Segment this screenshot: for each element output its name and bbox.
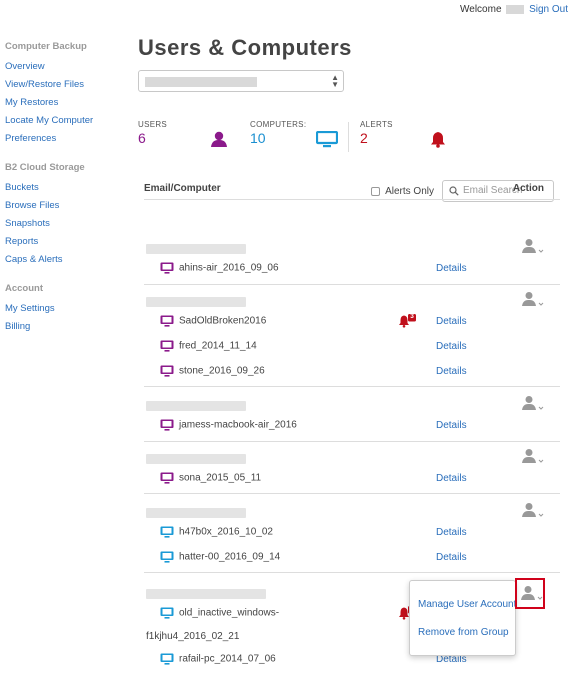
sidebar-item-browse-files[interactable]: Browse Files: [5, 199, 120, 217]
computer-name: hatter-00_2016_09_14: [179, 551, 281, 563]
sidebar-item-buckets[interactable]: Buckets: [5, 181, 120, 199]
computer-row: SadOldBroken2016: [160, 315, 266, 331]
sidebar: Computer Backup Overview View/Restore Fi…: [5, 41, 120, 338]
pc-computer-icon: [160, 607, 174, 619]
user-email-redacted: [146, 589, 266, 599]
user-action-icon[interactable]: [520, 238, 544, 254]
sidebar-section-computer-backup: Computer Backup: [5, 41, 87, 52]
sidebar-item-my-settings[interactable]: My Settings: [5, 302, 120, 320]
sidebar-item-overview[interactable]: Overview: [5, 60, 120, 78]
user-action-icon: [521, 586, 543, 600]
computer-name: SadOldBroken2016: [179, 315, 267, 327]
user-action-icon[interactable]: [520, 448, 544, 464]
user-group: jamess-macbook-air_2016 Details: [144, 387, 560, 442]
computer-row: stone_2016_09_26: [160, 365, 265, 381]
user-action-icon[interactable]: [520, 395, 544, 411]
user-email-redacted: [146, 244, 246, 254]
alert-count-badge: 3: [410, 313, 414, 320]
computer-name: h47b0x_2016_10_02: [179, 526, 273, 538]
user-action-icon[interactable]: [520, 502, 544, 518]
computer-name: f1kjhu4_2016_02_21: [146, 631, 240, 642]
sidebar-section-account: Account: [5, 283, 43, 294]
user-email-redacted: [146, 454, 246, 464]
sidebar-item-billing[interactable]: Billing: [5, 320, 120, 338]
computer-alert[interactable]: 3: [398, 313, 416, 331]
remove-from-group-item[interactable]: Remove from Group: [418, 627, 509, 638]
sidebar-item-locate-my-computer[interactable]: Locate My Computer: [5, 114, 120, 132]
sidebar-item-snapshots[interactable]: Snapshots: [5, 217, 120, 235]
mac-computer-icon: [160, 472, 174, 484]
sidebar-item-my-restores[interactable]: My Restores: [5, 96, 120, 114]
pc-computer-icon: [160, 526, 174, 538]
details-link[interactable]: Details: [436, 527, 467, 538]
col-action: Action: [512, 183, 544, 194]
table-header: Email/Computer Action: [144, 183, 560, 199]
pc-computer-icon: [160, 653, 174, 665]
computer-row: jamess-macbook-air_2016: [160, 419, 297, 435]
sidebar-item-reports[interactable]: Reports: [5, 235, 120, 253]
computer-row: rafail-pc_2014_07_06: [160, 653, 276, 669]
computer-name: fred_2014_11_14: [179, 340, 257, 352]
details-link[interactable]: Details: [436, 341, 467, 352]
sidebar-item-caps-alerts[interactable]: Caps & Alerts: [5, 253, 120, 271]
computer-name-continued: f1kjhu4_2016_02_21: [146, 631, 239, 647]
details-link[interactable]: Details: [436, 420, 467, 431]
user-email-redacted: [146, 401, 246, 411]
details-link[interactable]: Details: [436, 366, 467, 377]
active-user-action-button[interactable]: [515, 578, 545, 609]
computer-row: ahins-air_2016_09_06: [160, 262, 279, 278]
sidebar-item-preferences[interactable]: Preferences: [5, 132, 120, 150]
computer-name: sona_2015_05_11: [179, 472, 262, 484]
user-group: ahins-air_2016_09_06 Details: [144, 230, 560, 285]
user-group: SadOldBroken2016 3 Details fred_2014_11_…: [144, 285, 560, 387]
col-email-computer: Email/Computer: [144, 183, 221, 194]
computer-row: hatter-00_2016_09_14: [160, 551, 280, 567]
user-group: sona_2015_05_11 Details: [144, 442, 560, 494]
user-action-icon[interactable]: [520, 291, 544, 307]
user-group: h47b0x_2016_10_02 Details hatter-00_2016…: [144, 494, 560, 573]
mac-computer-icon: [160, 262, 174, 274]
users-table: Email/Computer Action ahins-air_2016_09_…: [138, 0, 560, 676]
user-action-menu: Manage User Account Remove from Group: [409, 580, 516, 656]
computer-row: h47b0x_2016_10_02: [160, 526, 273, 542]
header-divider: [144, 199, 560, 200]
details-link[interactable]: Details: [436, 473, 467, 484]
computer-name: old_inactive_windows-: [179, 607, 280, 619]
mac-computer-icon: [160, 365, 174, 377]
computer-row: sona_2015_05_11: [160, 472, 261, 488]
mac-computer-icon: [160, 315, 174, 327]
mac-computer-icon: [160, 340, 174, 352]
sidebar-section-b2-cloud-storage: B2 Cloud Storage: [5, 162, 85, 173]
details-link[interactable]: Details: [436, 263, 467, 274]
computer-row: old_inactive_windows-: [160, 607, 279, 623]
computer-name: stone_2016_09_26: [179, 365, 265, 377]
computer-name: jamess-macbook-air_2016: [179, 419, 297, 431]
pc-computer-icon: [160, 551, 174, 563]
details-link[interactable]: Details: [436, 316, 467, 327]
computer-row: fred_2014_11_14: [160, 340, 257, 356]
user-email-redacted: [146, 297, 246, 307]
computer-name: ahins-air_2016_09_06: [179, 262, 279, 274]
manage-user-account-item[interactable]: Manage User Account: [418, 599, 516, 610]
sidebar-item-view-restore-files[interactable]: View/Restore Files: [5, 78, 120, 96]
user-email-redacted: [146, 508, 246, 518]
details-link[interactable]: Details: [436, 552, 467, 563]
computer-name: rafail-pc_2014_07_06: [179, 653, 276, 665]
mac-computer-icon: [160, 419, 174, 431]
